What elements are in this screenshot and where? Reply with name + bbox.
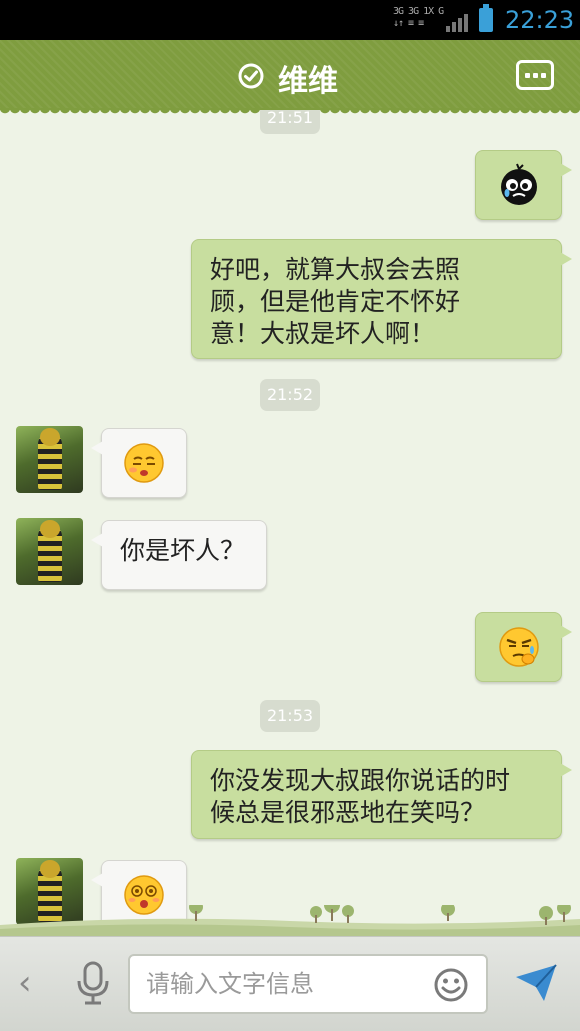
- message-bubble-outgoing[interactable]: [475, 150, 572, 220]
- chevron-left-icon[interactable]: ‹: [18, 963, 32, 1003]
- send-arrow-icon[interactable]: [514, 963, 558, 1003]
- battery-icon: [479, 4, 493, 32]
- avatar[interactable]: [16, 518, 83, 585]
- signal-icon: [446, 14, 468, 32]
- timestamp: 21:53: [260, 700, 320, 732]
- timestamp: 21:52: [260, 379, 320, 411]
- message-text: 你没发现大叔跟你说话的时 候总是很邪恶地在笑吗？: [210, 765, 510, 829]
- smug-thinking-face-emoji: [498, 627, 539, 667]
- composer-bar: ‹: [0, 936, 580, 1031]
- message-line: 好吧，就算大叔会去照: [210, 255, 461, 284]
- avatar[interactable]: [16, 426, 83, 493]
- message-input[interactable]: [146, 964, 416, 1004]
- menu-dot: [541, 73, 546, 78]
- clock: 22:23: [505, 6, 575, 34]
- menu-dot: [533, 73, 538, 78]
- message-list[interactable]: 21:51 好吧，就算大叔会去照 顾，但是他肯定不怀好 意！大叔是坏人啊！ 21…: [0, 110, 580, 936]
- message-line: 顾，但是他肯定不怀好: [210, 287, 461, 316]
- crying-black-bomb-emoji: [500, 163, 537, 205]
- ground-decoration: [0, 905, 580, 937]
- message-line: 你是坏人？: [120, 536, 246, 565]
- avatar-head: [40, 520, 60, 538]
- message-bubble-outgoing[interactable]: [475, 612, 572, 682]
- message-line: 候总是很邪恶地在笑吗？: [210, 798, 486, 827]
- more-menu-button[interactable]: [516, 60, 554, 90]
- chat-header: 维维: [0, 40, 580, 116]
- network-top-text: 3G 3G 1X G: [393, 6, 444, 17]
- network-indicator: 3G 3G 1X G ↓↑ ≡ ≡: [393, 6, 444, 30]
- check-circle-icon: [238, 63, 264, 89]
- message-bubble-outgoing[interactable]: 你没发现大叔跟你说话的时 候总是很邪恶地在笑吗？: [191, 750, 572, 839]
- avatar-head: [40, 428, 60, 446]
- network-bottom-text: ↓↑ ≡ ≡: [393, 18, 424, 29]
- smiley-icon[interactable]: [434, 968, 468, 1002]
- message-line: 意！大叔是坏人啊！: [210, 319, 436, 348]
- message-input-field[interactable]: [128, 954, 488, 1014]
- status-bar: 3G 3G 1X G ↓↑ ≡ ≡ 22:23: [0, 0, 580, 40]
- message-bubble-incoming[interactable]: 你是坏人？: [91, 520, 267, 590]
- menu-dot: [525, 73, 530, 78]
- timestamp: 21:51: [260, 110, 320, 134]
- microphone-icon[interactable]: [76, 961, 110, 1005]
- chat-title: 维维: [278, 64, 338, 99]
- message-text: 好吧，就算大叔会去照 顾，但是他肯定不怀好 意！大叔是坏人啊！: [210, 254, 460, 350]
- message-text: 你是坏人？: [120, 535, 245, 567]
- message-bubble-outgoing[interactable]: 好吧，就算大叔会去照 顾，但是他肯定不怀好 意！大叔是坏人啊！: [191, 239, 572, 359]
- avatar-head: [40, 860, 60, 878]
- message-bubble-incoming[interactable]: [91, 428, 187, 498]
- sleepy-face-emoji: [124, 443, 164, 483]
- message-line: 你没发现大叔跟你说话的时: [210, 766, 511, 795]
